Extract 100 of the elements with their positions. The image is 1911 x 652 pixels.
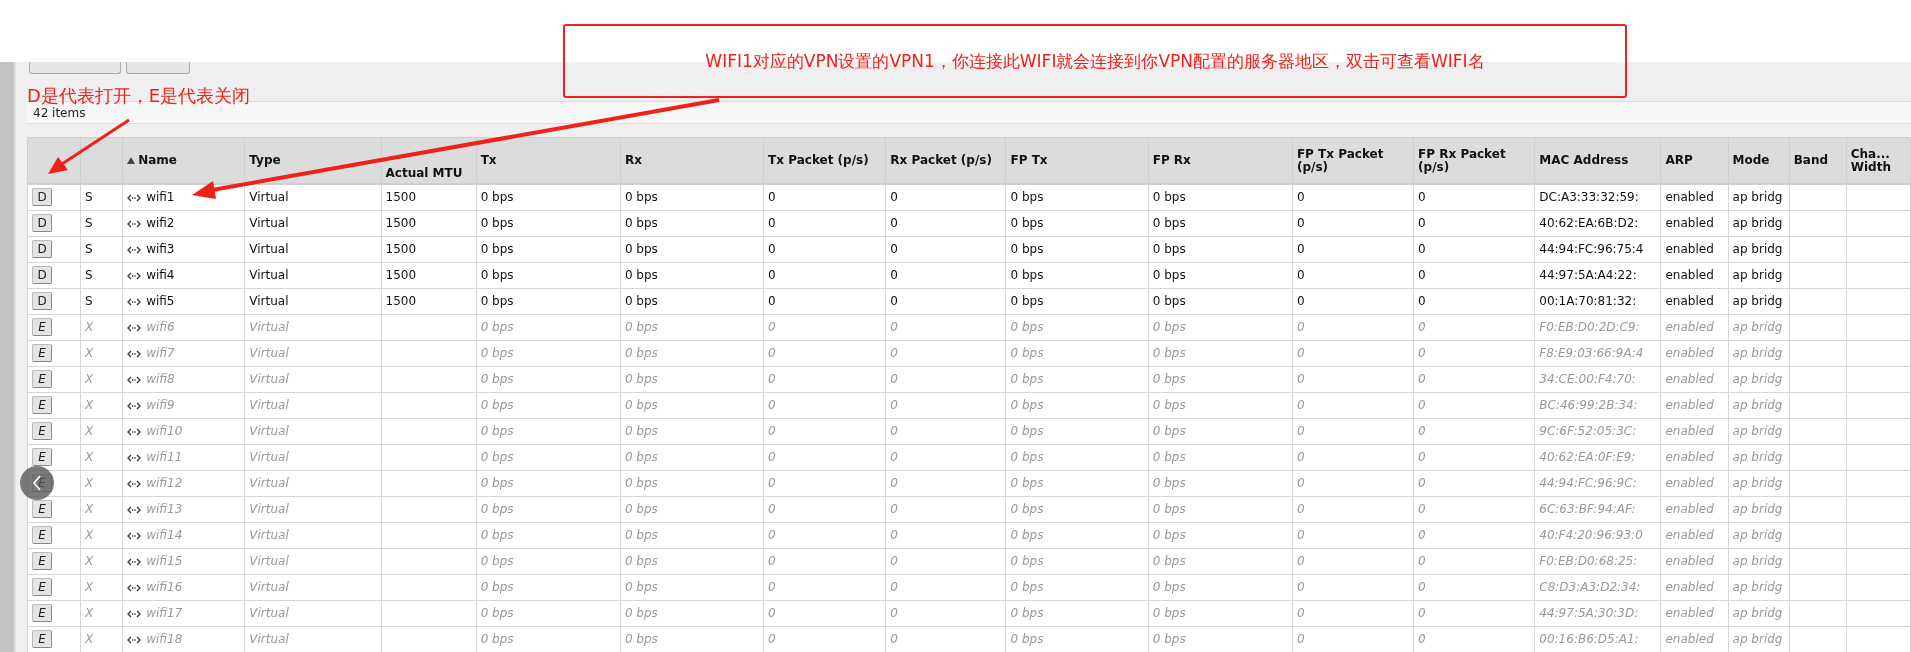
- table-cell: ap bridg: [1728, 496, 1790, 522]
- table-cell: 0 bps: [1148, 522, 1293, 548]
- toggle-button[interactable]: D: [32, 266, 52, 284]
- toolbar-button[interactable]: [126, 62, 190, 74]
- table-cell: 0 bps: [1148, 236, 1293, 262]
- table-cell: ap bridg: [1728, 548, 1790, 574]
- interface-name: wifi5: [146, 294, 175, 308]
- flag-cell: S: [80, 288, 123, 314]
- toggle-button[interactable]: D: [32, 292, 52, 310]
- table-cell: enabled: [1661, 288, 1729, 314]
- interface-icon: [127, 193, 142, 202]
- table-cell: 0 bps: [476, 236, 621, 262]
- column-header[interactable]: Tx Packet (p/s): [763, 137, 886, 184]
- table-cell: 0 bps: [1148, 418, 1293, 444]
- interface-icon: [127, 297, 142, 306]
- table-cell: 0 bps: [620, 210, 764, 236]
- flag-cell: X: [80, 340, 123, 366]
- interface-name: wifi1: [146, 190, 175, 205]
- table-cell: 0 bps: [476, 444, 621, 470]
- table-cell: enabled: [1661, 262, 1729, 288]
- table-cell: 0: [763, 236, 886, 262]
- column-header[interactable]: ARP: [1661, 137, 1729, 184]
- column-header[interactable]: Type: [244, 137, 382, 184]
- table-cell: 0: [885, 236, 1006, 262]
- table-cell: ap bridg: [1728, 444, 1790, 470]
- flag-cell: X: [80, 418, 123, 444]
- table-cell: 0 bps: [1006, 366, 1149, 392]
- table-cell: 0 bps: [476, 496, 621, 522]
- interface-icon: [127, 323, 142, 332]
- table-cell: 0 bps: [1006, 444, 1149, 470]
- table-cell: 0 bps: [1006, 184, 1149, 210]
- column-header[interactable]: Rx: [620, 137, 764, 184]
- interface-name: wifi2: [146, 216, 175, 230]
- table-cell: 0 bps: [620, 340, 764, 366]
- table-cell: 0: [1292, 210, 1414, 236]
- table-cell: 0 bps: [620, 574, 764, 600]
- toolbar-button[interactable]: [29, 62, 121, 74]
- column-header[interactable]: Name: [122, 137, 245, 184]
- toggle-button[interactable]: D: [32, 188, 52, 207]
- table-cell: 0: [763, 314, 886, 340]
- table-cell: 0 bps: [476, 262, 621, 288]
- table-cell: 0: [1292, 470, 1414, 496]
- table-cell: BC:46:99:2B:34:: [1534, 392, 1661, 418]
- column-header[interactable]: FP Tx Packet (p/s): [1292, 137, 1414, 184]
- interface-name: wifi13: [146, 502, 183, 516]
- table-cell: 0: [885, 366, 1006, 392]
- flag-cell: X: [80, 444, 123, 470]
- table-cell: enabled: [1661, 574, 1729, 600]
- table-cell: 0: [763, 444, 886, 470]
- table-cell: 0: [1292, 444, 1414, 470]
- table-cell: ap bridg: [1728, 392, 1790, 418]
- column-header[interactable]: Mode: [1728, 137, 1790, 184]
- table-cell: 0: [1413, 184, 1535, 210]
- table-cell: enabled: [1661, 366, 1729, 392]
- table-cell: 0: [1292, 522, 1414, 548]
- table-cell: 0 bps: [620, 522, 764, 548]
- table-cell: Virtual: [244, 314, 382, 340]
- table-cell: 0: [763, 210, 886, 236]
- table-cell: 9C:6F:52:05:3C:: [1534, 418, 1661, 444]
- table-cell: 0: [885, 314, 1006, 340]
- table-cell: 0: [1292, 262, 1414, 288]
- table-cell: 0 bps: [1006, 236, 1149, 262]
- table-cell: 0 bps: [476, 548, 621, 574]
- flag-cell: X: [80, 548, 123, 574]
- table-cell: Virtual: [244, 262, 382, 288]
- annotation-text: D是代表打开，E是代表关闭: [27, 84, 251, 107]
- flag-cell: S: [80, 262, 123, 288]
- interface-name: wifi3: [146, 242, 175, 256]
- toggle-button[interactable]: D: [32, 240, 52, 258]
- table-cell: 0 bps: [476, 288, 621, 314]
- interface-name: wifi11: [146, 450, 183, 464]
- table-cell: 0: [1292, 548, 1414, 574]
- column-header[interactable]: MAC Address: [1534, 137, 1661, 184]
- column-header[interactable]: FP Tx: [1006, 137, 1149, 184]
- table-cell: 0 bps: [620, 262, 764, 288]
- table-cell: ap bridg: [1728, 288, 1790, 314]
- table-cell: 0: [1413, 288, 1535, 314]
- table-cell: 0: [1413, 496, 1535, 522]
- table-cell: 0: [1292, 392, 1414, 418]
- table-cell: enabled: [1661, 392, 1729, 418]
- table-cell: enabled: [1661, 418, 1729, 444]
- table-cell: 0 bps: [1148, 548, 1293, 574]
- table-cell: ap bridg: [1728, 470, 1790, 496]
- table-cell: 0: [1413, 392, 1535, 418]
- table-cell: 0: [1413, 574, 1535, 600]
- table-cell: 0 bps: [620, 444, 764, 470]
- toggle-button[interactable]: D: [32, 214, 52, 232]
- table-cell: 0 bps: [1148, 600, 1293, 626]
- column-header[interactable]: Rx Packet (p/s): [885, 137, 1006, 184]
- column-header[interactable]: Band: [1789, 137, 1847, 184]
- table-cell: 0 bps: [476, 340, 621, 366]
- table-cell: 0 bps: [620, 418, 764, 444]
- table-cell: 0 bps: [620, 236, 764, 262]
- table-cell: 0 bps: [1148, 184, 1293, 210]
- table-cell: 0: [885, 496, 1006, 522]
- column-header[interactable]: FP Rx: [1148, 137, 1293, 184]
- interface-icon: [127, 583, 142, 592]
- column-header[interactable]: Cha... Width: [1846, 137, 1911, 184]
- column-header[interactable]: Tx: [476, 137, 621, 184]
- column-header[interactable]: FP Rx Packet (p/s): [1413, 137, 1535, 184]
